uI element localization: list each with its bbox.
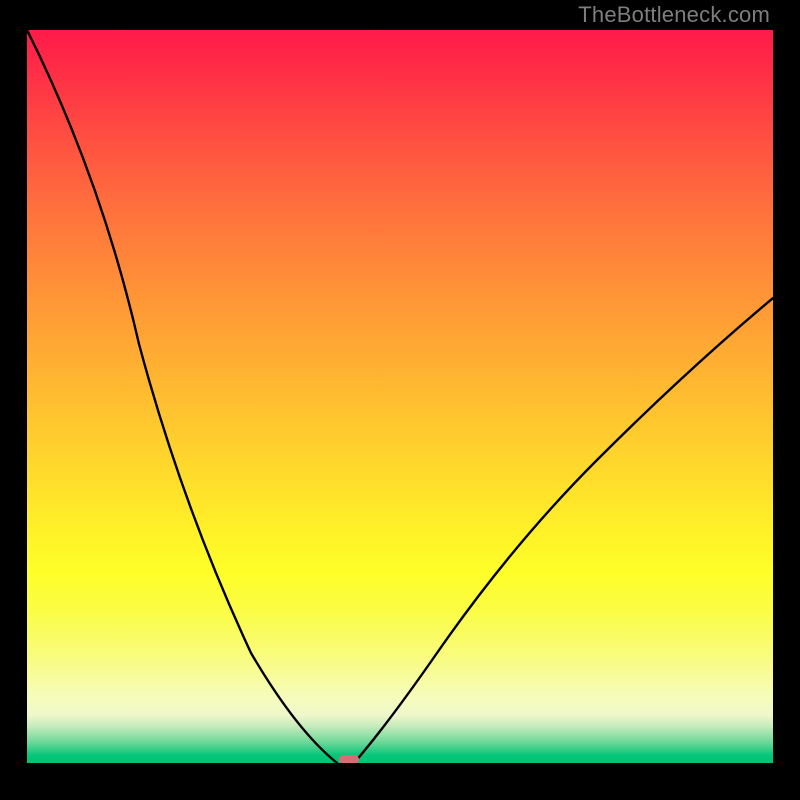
chart-frame [0, 0, 800, 800]
chart-stage: TheBottleneck.com [0, 0, 800, 800]
watermark-text: TheBottleneck.com [578, 2, 770, 28]
